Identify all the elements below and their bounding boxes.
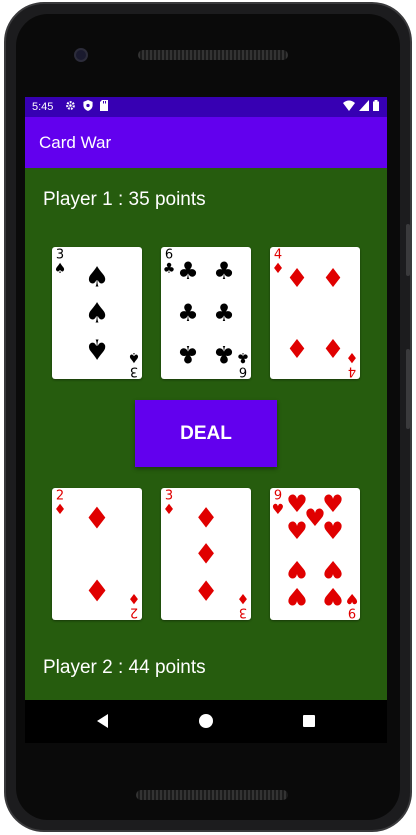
cell-signal-icon — [359, 100, 369, 111]
diamonds-pip-icon: ♦ — [321, 332, 344, 362]
diamonds-icon: ♦ — [163, 502, 176, 518]
player1-card-3: 4 ♦ 4 ♦ ♦ ♦ ♦ ♦ — [270, 247, 360, 379]
clubs-icon: ♣ — [237, 349, 250, 365]
hearts-pip-icon: ♥ — [286, 582, 308, 610]
clubs-pip-icon: ♣ — [213, 257, 235, 285]
diamonds-pip-icon: ♦ — [84, 572, 111, 607]
app-bar: Card War — [25, 117, 387, 168]
spades-pip-icon: ♠ — [84, 261, 109, 294]
spades-icon: ♠ — [128, 349, 141, 365]
player1-score-label: Player 1 : 35 points — [43, 189, 206, 210]
settings-gear-icon — [66, 101, 75, 110]
status-bar: 5:45 — [25, 97, 387, 117]
power-button — [406, 349, 410, 429]
hearts-pip-icon: ♥ — [286, 555, 308, 583]
system-nav-bar — [25, 700, 387, 743]
clubs-pip-icon: ♣ — [177, 299, 199, 327]
diamonds-pip-icon: ♦ — [321, 264, 344, 294]
diamonds-pip-icon: ♦ — [285, 264, 308, 294]
diamonds-pip-icon: ♦ — [84, 502, 111, 537]
diamonds-icon: ♦ — [128, 590, 141, 606]
app-title: Card War — [39, 133, 112, 152]
spades-icon: ♠ — [54, 261, 67, 277]
wifi-icon — [343, 100, 355, 111]
hearts-icon: ♥ — [272, 502, 285, 518]
diamonds-pip-icon: ♦ — [193, 538, 218, 571]
clubs-pip-icon: ♣ — [177, 340, 199, 368]
hearts-pip-icon: ♥ — [304, 504, 326, 532]
spades-pip-icon: ♠ — [84, 297, 109, 330]
player2-card-1: 2 ♦ 2 ♦ ♦ ♦ — [52, 488, 142, 620]
hearts-icon: ♥ — [346, 590, 359, 606]
diamonds-pip-icon: ♦ — [193, 502, 218, 535]
deal-button[interactable]: DEAL — [135, 400, 277, 467]
earpiece-speaker — [138, 50, 288, 60]
back-icon[interactable] — [97, 714, 108, 728]
clubs-pip-icon: ♣ — [213, 299, 235, 327]
home-icon[interactable] — [199, 714, 213, 728]
diamonds-icon: ♦ — [272, 261, 285, 277]
diamonds-pip-icon: ♦ — [193, 574, 218, 607]
battery-icon — [373, 100, 379, 111]
spades-pip-icon: ♠ — [84, 333, 109, 366]
recent-apps-icon[interactable] — [303, 715, 315, 727]
diamonds-icon: ♦ — [54, 502, 67, 518]
diamonds-icon: ♦ — [346, 349, 359, 365]
hearts-pip-icon: ♥ — [322, 555, 344, 583]
clubs-pip-icon: ♣ — [213, 340, 235, 368]
player2-card-2: 3 ♦ 3 ♦ ♦ ♦ ♦ — [161, 488, 251, 620]
status-time: 5:45 — [32, 101, 54, 113]
hearts-pip-icon: ♥ — [322, 582, 344, 610]
player2-score-label: Player 2 : 44 points — [43, 657, 206, 678]
front-camera — [74, 48, 88, 62]
player1-card-2: 6 ♣ 6 ♣ ♣ ♣ ♣ ♣ ♣ ♣ — [161, 247, 251, 379]
player1-card-1: 3 ♠ 3 ♠ ♠ ♠ ♠ — [52, 247, 142, 379]
volume-button — [406, 224, 410, 276]
player2-card-3: 9 ♥ 9 ♥ ♥ ♥ ♥ ♥ ♥ ♥ ♥ ♥ ♥ — [270, 488, 360, 620]
clubs-pip-icon: ♣ — [177, 257, 199, 285]
diamonds-pip-icon: ♦ — [285, 332, 308, 362]
app-screen: 5:45 Card War Player 1: 35 points 3 ♠ 3… — [25, 97, 387, 740]
clubs-icon: ♣ — [163, 261, 176, 277]
sd-card-icon — [100, 100, 108, 111]
status-system-icons — [343, 100, 379, 111]
shield-icon — [83, 100, 93, 111]
bottom-speaker — [136, 790, 288, 800]
status-notification-icons — [65, 100, 108, 111]
diamonds-icon: ♦ — [237, 590, 250, 606]
